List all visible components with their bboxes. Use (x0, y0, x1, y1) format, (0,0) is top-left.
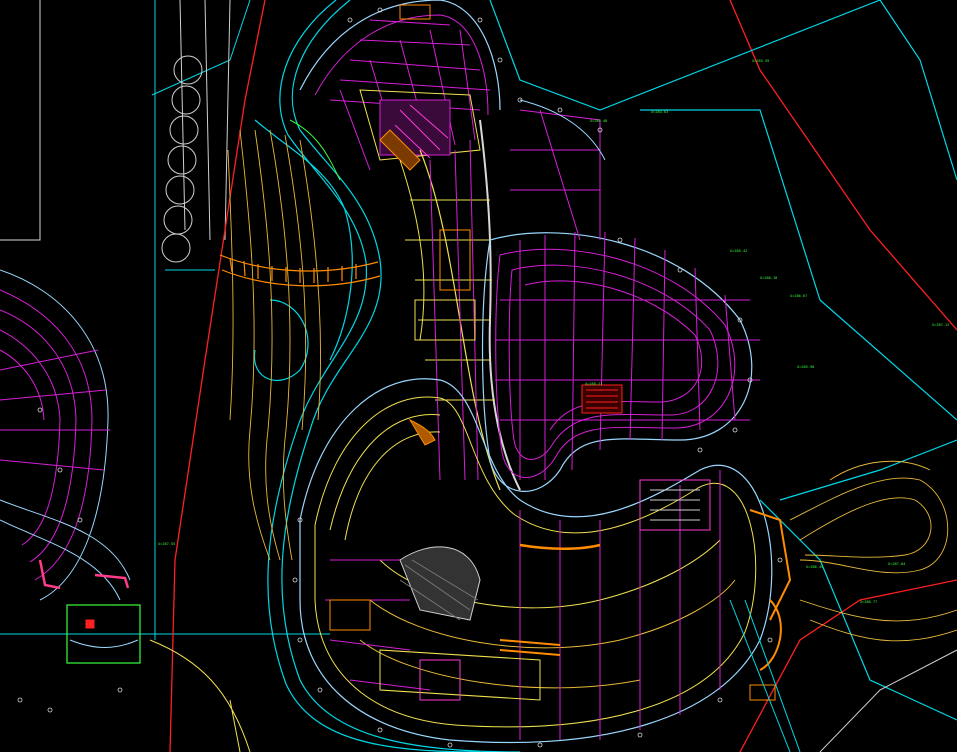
annotation-9: X=288.21 (585, 382, 602, 386)
drawing-background (0, 0, 957, 752)
annotation-12: X=287.04 (888, 562, 905, 566)
annotation-4: X=285.42 (730, 249, 747, 253)
annotation-7: X=287.12 (932, 323, 949, 327)
annotation-13: X=286.77 (860, 600, 877, 604)
cad-site-plan-drawing: X=283.59 X=284.63 X=285.48 X=285.42 X=28… (0, 0, 957, 752)
annotation-6: X=286.67 (790, 294, 807, 298)
annotation-2: X=284.63 (651, 110, 668, 114)
annotation-1: X=283.59 (752, 59, 769, 63)
annotation-3: X=285.48 (590, 119, 607, 123)
annotation-8: X=285.90 (797, 365, 814, 369)
annotation-10: X=287.55 (158, 542, 175, 546)
annotation-11: X=286.49 (806, 565, 823, 569)
annotation-5: X=286.18 (760, 276, 777, 280)
